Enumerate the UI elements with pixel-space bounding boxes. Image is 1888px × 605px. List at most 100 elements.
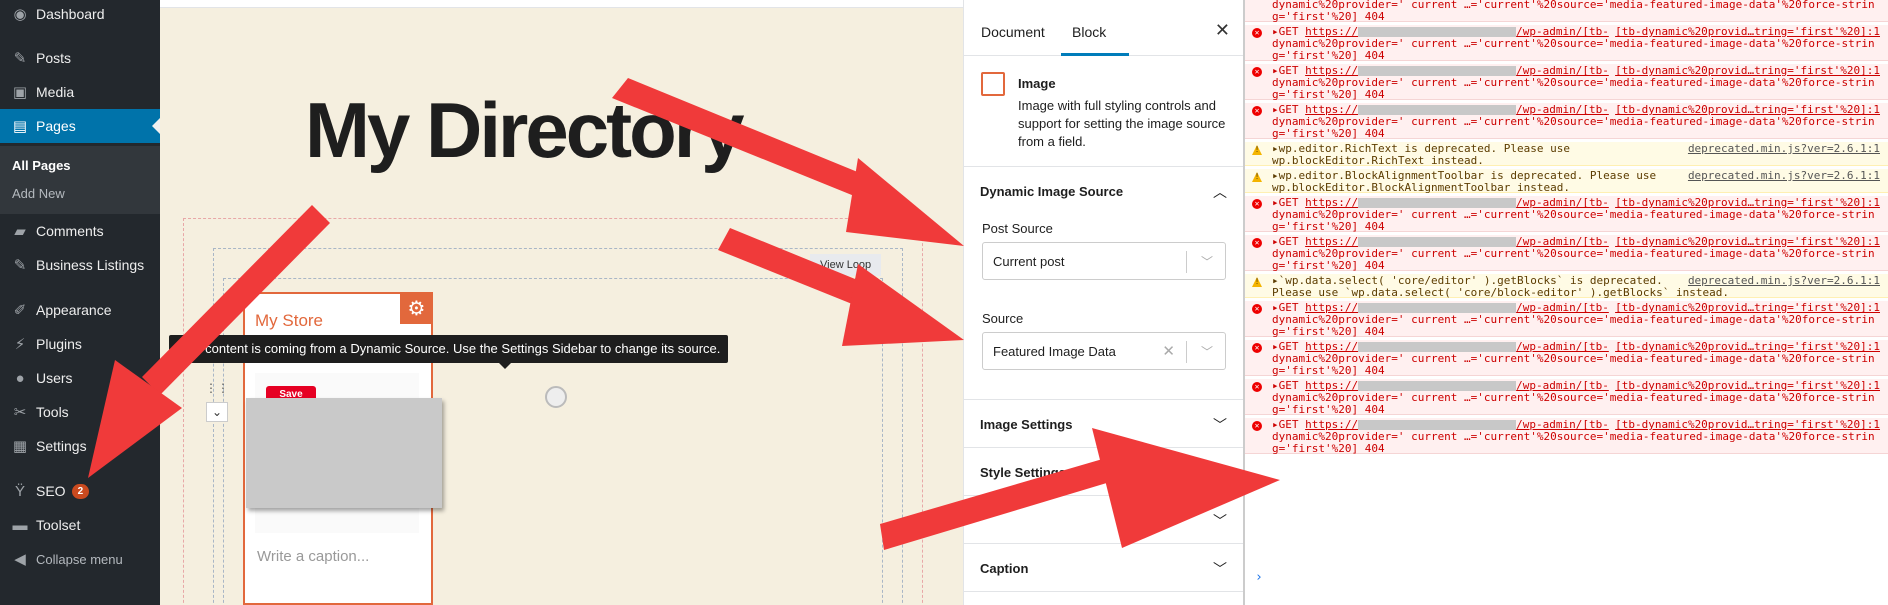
menu-toolset[interactable]: ▬ Toolset [0, 508, 160, 542]
redacted-host [1358, 342, 1517, 352]
menu-seo[interactable]: Ÿ SEO 2 [0, 474, 160, 508]
media-icon: ▣ [12, 84, 28, 101]
console-error-row[interactable]: ✕ ▸GET https:///wp-admin/[tb- [tb-dynamic%… [1245, 379, 1888, 416]
status-code: 404 [1364, 88, 1385, 101]
log-text: g='first'%20] [1272, 10, 1359, 23]
page-title[interactable]: My Directory [305, 85, 744, 176]
error-icon: ✕ [1252, 28, 1262, 38]
menu-posts[interactable]: ✎ Posts [0, 41, 160, 75]
block-settings-gear-icon[interactable]: ⚙ [400, 292, 433, 324]
menu-appearance[interactable]: ✐ Appearance [0, 293, 160, 327]
log-line: g='first'%20] 404 [1272, 260, 1884, 272]
console-error-row[interactable]: ✕ ▸GET https:///wp-admin/[tb- [tb-dynamic%… [1245, 301, 1888, 338]
console-error-row[interactable]: ✕ ▸GET https:///wp-admin/[tb- [tb-dynamic%… [1245, 196, 1888, 233]
dynamic-source-tooltip: This content is coming from a Dynamic So… [169, 335, 729, 369]
post-source-select[interactable]: Current post ﹀ [982, 242, 1226, 280]
caption-input[interactable]: Write a caption... [257, 548, 369, 565]
menu-plugins[interactable]: ⚡ Plugins [0, 327, 160, 361]
log-line: wp.blockEditor.BlockAlignmentToolbar ins… [1272, 181, 1571, 194]
tab-block[interactable]: Block [1072, 24, 1106, 40]
status-code: 404 [1364, 259, 1385, 272]
dashboard-icon: ◉ [13, 6, 27, 23]
menu-comments[interactable]: ▰ Comments [0, 214, 160, 248]
error-icon: ✕ [1252, 67, 1262, 77]
console-error-row[interactable]: ✕ ▸GET https:///wp-admin/[tb- [tb-dynamic%… [1245, 64, 1888, 101]
block-card-title: Image [1018, 76, 1056, 91]
menu-label: Collapse menu [36, 551, 123, 567]
log-source-link[interactable]: deprecated.min.js?ver=2.6.1:1 [1688, 170, 1880, 182]
devtools-console: dynamic%20provider=' current …='current'… [1243, 0, 1888, 605]
log-source-link[interactable]: [tb-dynamic%20provid…tring='first'%20]:1 [1615, 26, 1880, 38]
log-source-link[interactable]: [tb-dynamic%20provid…tring='first'%20]:1 [1615, 104, 1880, 116]
move-down-icon[interactable]: ⌄ [206, 402, 228, 422]
log-source-link[interactable]: deprecated.min.js?ver=2.6.1:1 [1688, 143, 1880, 155]
block-settings-sidebar: Document Block ✕ Image Image with full s… [963, 0, 1244, 605]
console-warning-row[interactable]: ! ▸wp.editor.RichText is deprecated. Plea… [1245, 142, 1888, 167]
redacted-host [1358, 66, 1517, 76]
editor-top-strip [160, 0, 963, 8]
menu-label: Pages [36, 118, 76, 134]
menu-tools[interactable]: ✂ Tools [0, 395, 160, 429]
log-source-link[interactable]: [tb-dynamic%20provid…tring='first'%20]:1 [1615, 419, 1880, 431]
source-select[interactable]: Featured Image Data ✕ ﹀ [982, 332, 1226, 370]
chevron-down-icon[interactable]: ﹀ [1201, 343, 1213, 360]
chevron-down-icon[interactable]: ﹀ [1213, 415, 1227, 435]
console-error-row[interactable]: dynamic%20provider=' current …='current'… [1245, 0, 1888, 23]
submenu-all-pages[interactable]: All Pages [12, 158, 71, 173]
menu-label: Posts [36, 50, 72, 66]
console-prompt-icon[interactable]: › [1255, 570, 1263, 585]
redacted-host [1358, 381, 1517, 391]
console-error-row[interactable]: ✕ ▸GET https:///wp-admin/[tb- [tb-dynamic%… [1245, 25, 1888, 62]
image-block-icon [981, 72, 1005, 96]
log-source-link[interactable]: [tb-dynamic%20provid…tring='first'%20]:1 [1615, 236, 1880, 248]
log-text: g='first'%20] [1272, 403, 1359, 416]
image-placeholder[interactable] [246, 398, 442, 508]
panel-dynamic-image-source[interactable]: Dynamic Image Source [980, 184, 1228, 199]
log-line: g='first'%20] 404 [1272, 221, 1884, 233]
console-warning-row[interactable]: ! ▸`wp.data.select( 'core/editor' ).getBl… [1245, 274, 1888, 299]
menu-business-listings[interactable]: ✎ Business Listings [0, 248, 160, 282]
menu-pages[interactable]: ▤ Pages [0, 109, 160, 143]
console-error-row[interactable]: ✕ ▸GET https:///wp-admin/[tb- [tb-dynamic%… [1245, 340, 1888, 377]
console-error-row[interactable]: ✕ ▸GET https:///wp-admin/[tb- [tb-dynamic%… [1245, 235, 1888, 272]
submenu-add-new[interactable]: Add New [12, 186, 65, 201]
console-error-row[interactable]: ✕ ▸GET https:///wp-admin/[tb- [tb-dynamic%… [1245, 103, 1888, 140]
view-loop-label[interactable]: View Loop [810, 254, 882, 276]
status-code: 404 [1364, 49, 1385, 62]
menu-label: Comments [36, 223, 104, 239]
chevron-down-icon[interactable]: ﹀ [1213, 463, 1227, 483]
panel-style-settings[interactable]: Style Settings [980, 465, 1228, 480]
menu-settings[interactable]: ▦ Settings [0, 429, 160, 463]
panel-caption[interactable]: Caption [980, 561, 1228, 576]
menu-media[interactable]: ▣ Media [0, 75, 160, 109]
log-source-link[interactable]: [tb-dynamic%20provid…tring='first'%20]:1 [1615, 197, 1880, 209]
error-icon: ✕ [1252, 199, 1262, 209]
menu-dashboard[interactable]: ◉ Dashboard [0, 0, 160, 31]
chevron-down-icon[interactable]: ﹀ [1201, 253, 1213, 270]
menu-users[interactable]: ● Users [0, 361, 160, 395]
log-line: g='first'%20] 404 [1272, 365, 1884, 377]
clear-icon[interactable]: ✕ [1162, 342, 1175, 360]
menu-label: Plugins [36, 336, 82, 352]
chevron-down-icon[interactable]: ﹀ [1213, 511, 1227, 531]
log-line: g='first'%20] 404 [1272, 443, 1884, 455]
collapse-icon: ◀ [14, 551, 26, 568]
log-text: g='first'%20] [1272, 220, 1359, 233]
panel-image-settings[interactable]: Image Settings [980, 417, 1228, 432]
chevron-up-icon[interactable]: ︿ [1213, 182, 1227, 202]
log-source-link[interactable]: [tb-dynamic%20provid…tring='first'%20]:1 [1615, 302, 1880, 314]
log-source-link[interactable]: [tb-dynamic%20provid…tring='first'%20]:1 [1615, 380, 1880, 392]
menu-collapse[interactable]: ◀ Collapse menu [0, 542, 160, 576]
console-error-row[interactable]: ✕ ▸GET https:///wp-admin/[tb- [tb-dynamic%… [1245, 418, 1888, 455]
log-source-link[interactable]: [tb-dynamic%20provid…tring='first'%20]:1 [1615, 65, 1880, 77]
tab-document[interactable]: Document [981, 24, 1045, 40]
console-warning-row[interactable]: ! ▸wp.editor.BlockAlignmentToolbar is dep… [1245, 169, 1888, 194]
log-source-link[interactable]: deprecated.min.js?ver=2.6.1:1 [1688, 275, 1880, 287]
close-icon[interactable]: ✕ [1215, 20, 1230, 41]
status-code: 404 [1364, 127, 1385, 140]
wrench-icon: ✂ [13, 404, 27, 421]
select-separator [1186, 341, 1187, 363]
error-icon: ✕ [1252, 238, 1262, 248]
log-source-link[interactable]: [tb-dynamic%20provid…tring='first'%20]:1 [1615, 341, 1880, 353]
chevron-down-icon[interactable]: ﹀ [1213, 559, 1227, 579]
